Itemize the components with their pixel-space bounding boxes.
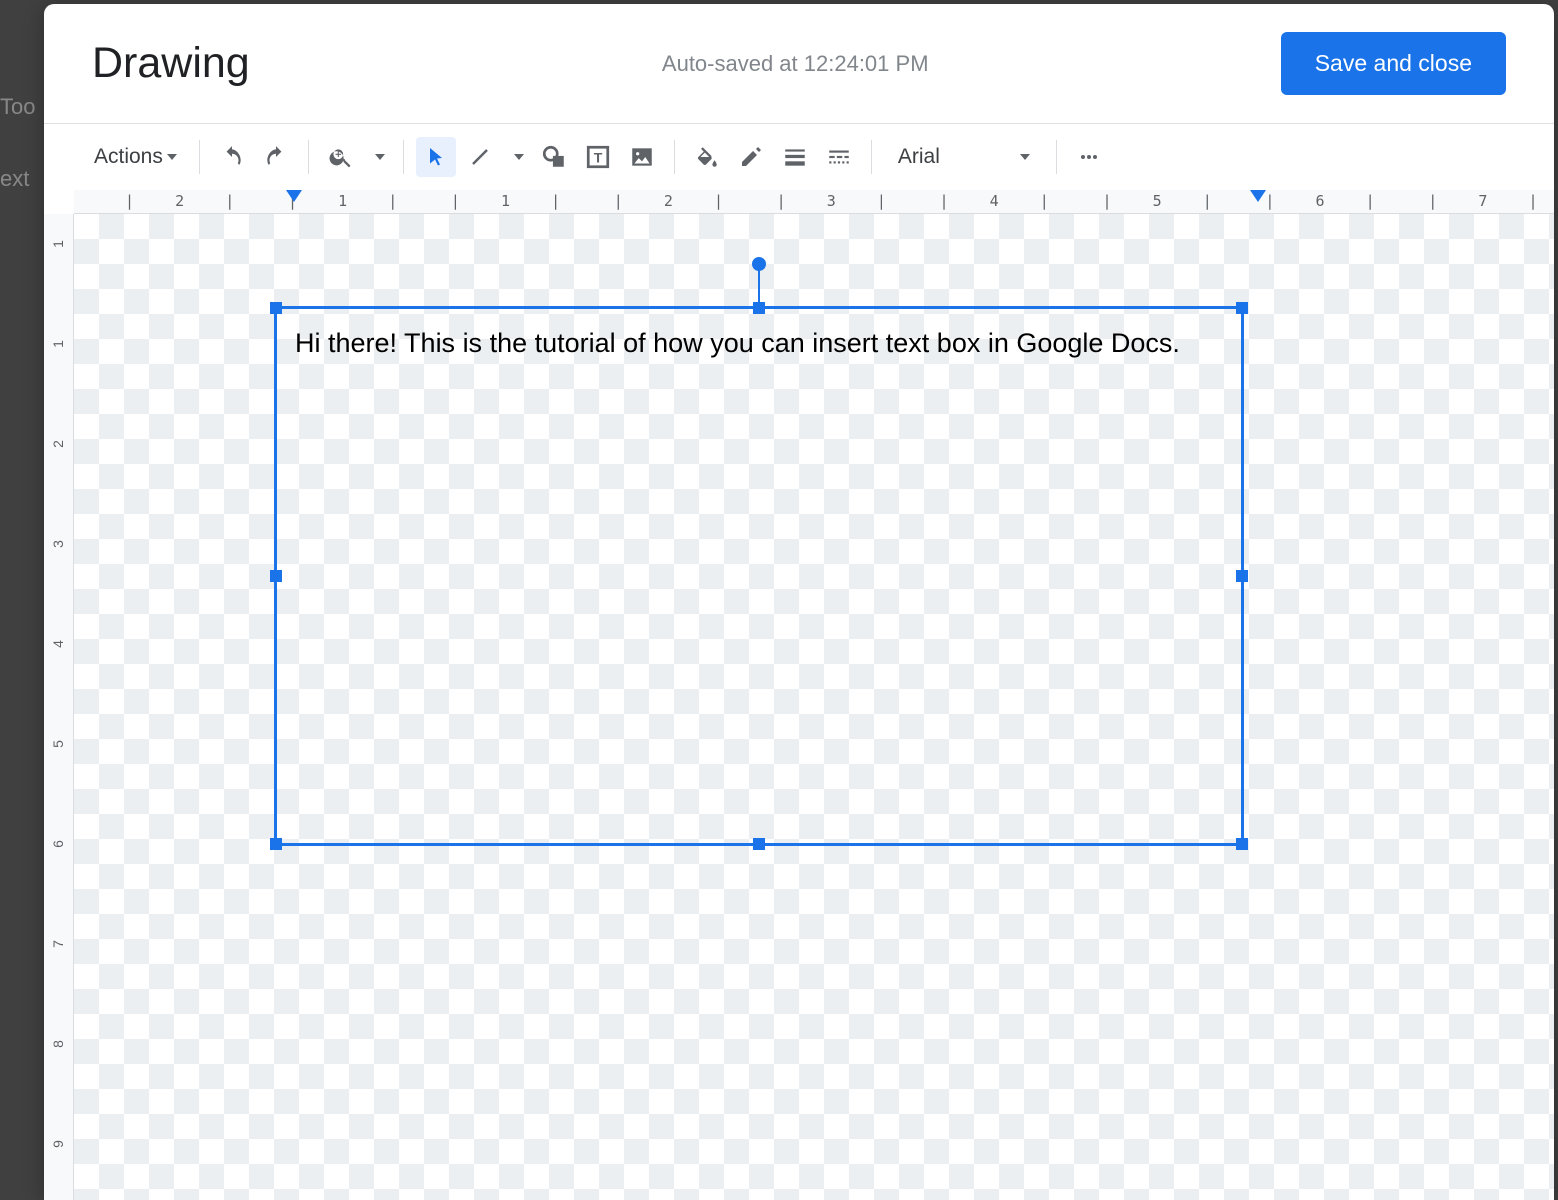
shape-icon xyxy=(541,144,567,170)
paint-bucket-icon xyxy=(694,144,720,170)
line-icon xyxy=(468,145,492,169)
canvas-area: | 2 | | 1 | | 1 | | 2 | | 3 | | 4 | | 5 … xyxy=(44,190,1554,1200)
select-tool[interactable] xyxy=(416,137,456,177)
caret-down-icon xyxy=(375,154,385,160)
dialog-header: Drawing Auto-saved at 12:24:01 PM Save a… xyxy=(44,4,1554,123)
separator xyxy=(199,140,200,174)
caret-down-icon xyxy=(1020,154,1030,160)
font-selector[interactable]: Arial xyxy=(884,137,1044,177)
ruler-indent-marker-left[interactable] xyxy=(286,190,302,202)
dialog-title: Drawing xyxy=(92,39,250,88)
background-menu-tools: Too xyxy=(0,94,35,120)
pencil-icon xyxy=(739,145,763,169)
font-name-label: Arial xyxy=(898,145,940,169)
resize-handle-mr[interactable] xyxy=(1236,570,1248,582)
ruler-v-mark: 8 xyxy=(50,1034,66,1054)
border-weight-button[interactable] xyxy=(775,137,815,177)
rotate-handle[interactable] xyxy=(752,257,766,271)
border-dash-button[interactable] xyxy=(819,137,859,177)
redo-icon xyxy=(263,144,289,170)
actions-menu[interactable]: Actions xyxy=(84,137,187,177)
more-options-button[interactable] xyxy=(1069,137,1109,177)
textbox-tool[interactable]: T xyxy=(578,137,618,177)
ruler-v-mark: 7 xyxy=(50,934,66,954)
resize-handle-tm[interactable] xyxy=(753,302,765,314)
drawing-dialog: Drawing Auto-saved at 12:24:01 PM Save a… xyxy=(44,4,1554,1200)
zoom-dropdown[interactable] xyxy=(365,137,391,177)
drawing-canvas[interactable]: Hi there! This is the tutorial of how yo… xyxy=(74,214,1554,1200)
horizontal-ruler[interactable]: | 2 | | 1 | | 1 | | 2 | | 3 | | 4 | | 5 … xyxy=(74,190,1554,214)
line-dash-icon xyxy=(826,144,852,170)
line-dropdown[interactable] xyxy=(504,137,530,177)
textbox-icon: T xyxy=(585,144,611,170)
toolbar-container: Actions xyxy=(44,123,1554,190)
redo-button[interactable] xyxy=(256,137,296,177)
more-horizontal-icon xyxy=(1077,145,1101,169)
ruler-h-marks: | 2 | | 1 | | 1 | | 2 | | 3 | | 4 | | 5 … xyxy=(100,192,1554,210)
border-color-button[interactable] xyxy=(731,137,771,177)
textbox-content[interactable]: Hi there! This is the tutorial of how yo… xyxy=(295,328,1180,358)
text-box[interactable]: Hi there! This is the tutorial of how yo… xyxy=(274,306,1244,846)
rotate-connector xyxy=(758,267,760,303)
ruler-v-mark: 1 xyxy=(50,334,66,354)
ruler-v-mark: 4 xyxy=(50,634,66,654)
zoom-icon xyxy=(328,144,354,170)
vertical-ruler[interactable]: 112345678910 xyxy=(44,214,74,1200)
ruler-v-mark: 6 xyxy=(50,834,66,854)
caret-down-icon xyxy=(514,154,524,160)
zoom-button[interactable] xyxy=(321,137,361,177)
autosave-status: Auto-saved at 12:24:01 PM xyxy=(270,51,1261,77)
fill-color-button[interactable] xyxy=(687,137,727,177)
ruler-v-mark: 9 xyxy=(50,1134,66,1154)
ruler-v-mark: 3 xyxy=(50,534,66,554)
resize-handle-tl[interactable] xyxy=(270,302,282,314)
shape-tool[interactable] xyxy=(534,137,574,177)
image-tool[interactable] xyxy=(622,137,662,177)
ruler-indent-marker-right[interactable] xyxy=(1250,190,1266,202)
image-icon xyxy=(629,144,655,170)
save-and-close-button[interactable]: Save and close xyxy=(1281,32,1506,95)
resize-handle-bl[interactable] xyxy=(270,838,282,850)
caret-down-icon xyxy=(167,154,177,160)
line-weight-icon xyxy=(782,144,808,170)
resize-handle-ml[interactable] xyxy=(270,570,282,582)
separator xyxy=(308,140,309,174)
resize-handle-tr[interactable] xyxy=(1236,302,1248,314)
svg-text:T: T xyxy=(594,149,603,165)
resize-handle-br[interactable] xyxy=(1236,838,1248,850)
cursor-icon xyxy=(424,145,448,169)
undo-button[interactable] xyxy=(212,137,252,177)
resize-handle-bm[interactable] xyxy=(753,838,765,850)
ruler-v-mark: 1 xyxy=(50,234,66,254)
separator xyxy=(1056,140,1057,174)
ruler-v-mark: 5 xyxy=(50,734,66,754)
undo-icon xyxy=(219,144,245,170)
separator xyxy=(403,140,404,174)
line-tool[interactable] xyxy=(460,137,500,177)
separator xyxy=(674,140,675,174)
toolbar: Actions xyxy=(44,124,1554,190)
ruler-v-mark: 2 xyxy=(50,434,66,454)
actions-label: Actions xyxy=(94,145,163,169)
separator xyxy=(871,140,872,174)
background-text: ext xyxy=(0,166,29,192)
